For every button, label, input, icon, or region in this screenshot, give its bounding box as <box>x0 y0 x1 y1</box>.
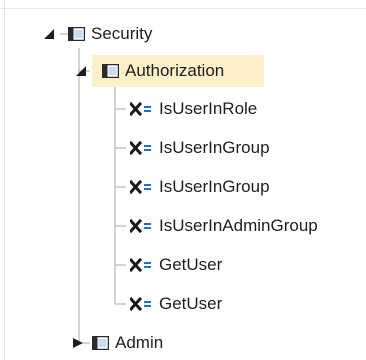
expanded-triangle-icon[interactable] <box>75 65 87 77</box>
method-icon <box>130 102 151 116</box>
tree-node-security[interactable]: Security <box>68 18 152 50</box>
tree-node-label: IsUserInAdminGroup <box>159 216 318 235</box>
method-icon <box>130 219 151 233</box>
tree-node-label: IsUserInGroup <box>159 177 270 196</box>
method-icon <box>130 297 151 311</box>
tree-node-label: Security <box>91 24 153 43</box>
tree-node-authorization[interactable]: Authorization <box>92 55 264 87</box>
object-icon <box>102 64 119 78</box>
tree-node-admin[interactable]: Admin <box>92 327 163 359</box>
tree-node-method[interactable]: IsUserInAdminGroup <box>130 210 318 242</box>
tree-node-method[interactable]: IsUserInGroup <box>130 132 270 164</box>
tree-node-method[interactable]: GetUser <box>130 288 222 320</box>
object-icon <box>92 336 109 350</box>
tree-node-label: GetUser <box>159 294 223 313</box>
tree-node-label: GetUser <box>159 255 223 274</box>
tree-node-label: IsUserInGroup <box>159 138 270 157</box>
tree-node-label: IsUserInRole <box>159 99 258 118</box>
tree-node-label: Authorization <box>125 61 225 80</box>
method-icon <box>130 141 151 155</box>
method-icon <box>130 258 151 272</box>
solution-tree-pane: Security Authorization IsUserInRole IsUs… <box>0 0 366 360</box>
collapsed-triangle-icon[interactable] <box>72 337 84 349</box>
tree-node-label: Admin <box>115 333 164 352</box>
expanded-triangle-icon[interactable] <box>43 28 55 40</box>
object-icon <box>68 27 85 41</box>
tree-node-method[interactable]: IsUserInRole <box>130 93 257 125</box>
tree-node-method[interactable]: GetUser <box>130 249 222 281</box>
method-icon <box>130 180 151 194</box>
tree-node-method[interactable]: IsUserInGroup <box>130 171 270 203</box>
